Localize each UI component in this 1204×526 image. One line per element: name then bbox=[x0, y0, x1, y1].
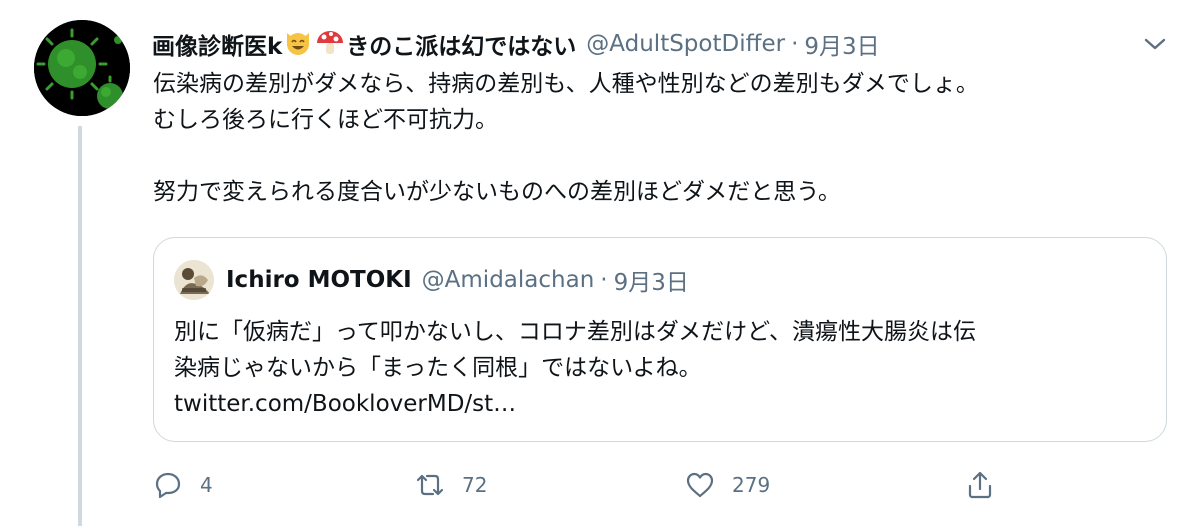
reply-button[interactable]: 4 bbox=[152, 460, 213, 510]
quoted-tweet-header: Ichiro MOTOKI @Amidalachan · 9月3日 bbox=[226, 260, 689, 300]
tweet-text-line: 努力で変えられる度合いが少ないものへの差別ほどダメだと思う。 bbox=[153, 179, 841, 205]
smiling-cat-icon bbox=[283, 27, 313, 61]
retweet-count: 72 bbox=[462, 473, 488, 497]
separator-dot: · bbox=[600, 267, 608, 293]
tweet-actions: 4 72 279 bbox=[152, 460, 1012, 510]
quoted-tweet-text: 別に「仮病だ」って叩かないし、コロナ差別はダメだけど、潰瘍性大腸炎は伝 染病じゃ… bbox=[174, 314, 1154, 422]
thread-line bbox=[78, 126, 82, 526]
separator-dot: · bbox=[791, 31, 799, 57]
quoted-author-display-name[interactable]: Ichiro MOTOKI bbox=[226, 267, 412, 293]
illustration-avatar-icon bbox=[174, 260, 214, 300]
like-count: 279 bbox=[732, 473, 771, 497]
like-button[interactable]: 279 bbox=[684, 460, 770, 510]
tweet-text: 伝染病の差別がダメなら、持病の差別も、人種や性別などの差別もダメでしょ。 むしろ… bbox=[153, 66, 1163, 210]
author-handle[interactable]: @AdultSpotDiffer bbox=[586, 31, 785, 57]
author-display-name-suffix[interactable]: きのこ派は幻ではない bbox=[346, 27, 576, 61]
quoted-author-avatar[interactable] bbox=[174, 260, 214, 300]
retweet-icon bbox=[416, 474, 444, 496]
quoted-tweet-date[interactable]: 9月3日 bbox=[614, 263, 689, 297]
quoted-author-handle[interactable]: @Amidalachan bbox=[422, 267, 595, 293]
tweet-date[interactable]: 9月3日 bbox=[804, 27, 879, 61]
green-virus-avatar-icon bbox=[34, 20, 130, 116]
author-display-name[interactable]: 画像診断医k bbox=[152, 27, 282, 61]
quoted-tweet-card[interactable]: Ichiro MOTOKI @Amidalachan · 9月3日 別に「仮病だ… bbox=[153, 237, 1167, 442]
reply-count: 4 bbox=[200, 473, 213, 497]
mushroom-icon bbox=[315, 27, 345, 61]
author-avatar[interactable] bbox=[34, 20, 130, 116]
share-icon bbox=[968, 471, 992, 499]
retweet-button[interactable]: 72 bbox=[414, 460, 487, 510]
chevron-down-icon bbox=[1144, 38, 1166, 50]
reply-icon bbox=[155, 472, 181, 499]
more-options-button[interactable] bbox=[1138, 30, 1172, 58]
tweet-text-line: 伝染病の差別がダメなら、持病の差別も、人種や性別などの差別もダメでしょ。 bbox=[153, 71, 979, 97]
quoted-link[interactable]: twitter.com/BookloverMD/st… bbox=[174, 386, 1154, 422]
share-button[interactable] bbox=[964, 460, 996, 510]
quoted-text-line: 別に「仮病だ」って叩かないし、コロナ差別はダメだけど、潰瘍性大腸炎は伝 bbox=[174, 319, 977, 345]
heart-icon bbox=[686, 472, 714, 498]
tweet-text-line: むしろ後ろに行くほど不可抗力。 bbox=[153, 107, 498, 133]
tweet-header: 画像診断医k きのこ派は幻ではない @AdultSpotDiffer · 9月3… bbox=[152, 24, 880, 64]
quoted-text-line: 染病じゃないから「まったく同根」ではないよね。 bbox=[174, 355, 702, 381]
